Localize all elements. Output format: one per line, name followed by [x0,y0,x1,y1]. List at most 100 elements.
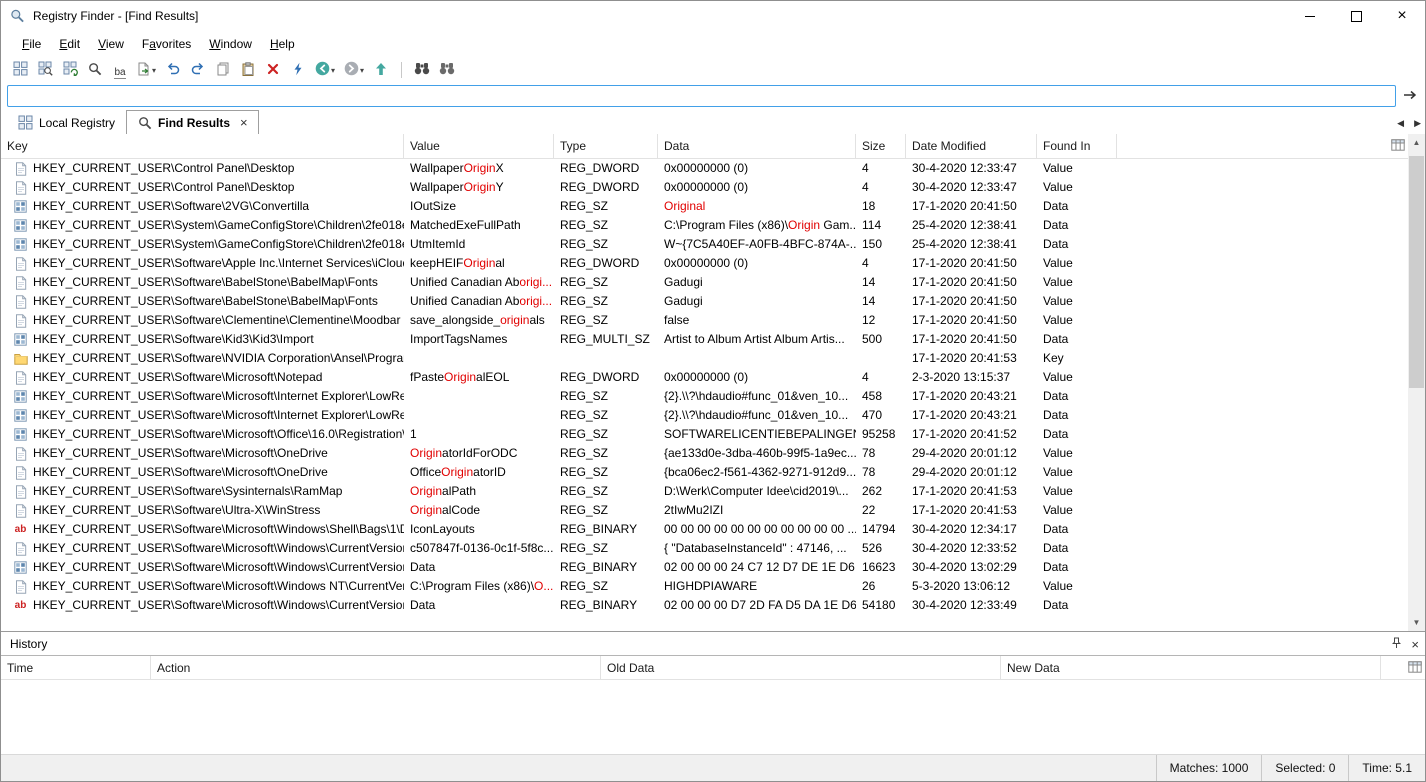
table-row[interactable]: HKEY_CURRENT_USER\Software\Ultra-X\WinSt… [1,501,1408,520]
table-row[interactable]: abHKEY_CURRENT_USER\Software\Microsoft\W… [1,520,1408,539]
go-button[interactable] [1401,87,1419,105]
column-header-found-in[interactable]: Found In [1037,134,1117,158]
key-path: HKEY_CURRENT_USER\Software\Microsoft\Int… [33,387,404,406]
table-row[interactable]: HKEY_CURRENT_USER\Software\BabelStone\Ba… [1,292,1408,311]
tab-scroll-left-icon[interactable]: ◀ [1397,118,1404,129]
table-row[interactable]: HKEY_CURRENT_USER\Software\Microsoft\Int… [1,387,1408,406]
scroll-down-icon[interactable]: ▼ [1408,614,1425,631]
table-row[interactable]: HKEY_CURRENT_USER\Software\Microsoft\Win… [1,577,1408,596]
history-column-time[interactable]: Time [1,656,151,679]
menu-view[interactable]: View [89,33,133,55]
table-row[interactable]: HKEY_CURRENT_USER\Software\Apple Inc.\In… [1,254,1408,273]
scrollbar-thumb[interactable] [1409,156,1424,388]
tab-local-registry[interactable]: Local Registry [7,110,126,135]
key-path: HKEY_CURRENT_USER\Software\Clementine\Cl… [33,311,400,330]
chevron-down-icon[interactable]: ▾ [152,66,156,75]
forward-button[interactable]: ▾ [343,59,365,81]
history-column-new-data[interactable]: New Data [1001,656,1381,679]
table-row[interactable]: HKEY_CURRENT_USER\Software\Clementine\Cl… [1,311,1408,330]
binary-grid-icon [13,390,28,403]
results-body: HKEY_CURRENT_USER\Control Panel\DesktopW… [1,159,1408,630]
date-modified-cell: 2-3-2020 13:15:37 [906,368,1037,387]
key-path: HKEY_CURRENT_USER\System\GameConfigStore… [33,216,404,235]
history-close-icon[interactable]: × [1411,638,1419,651]
table-row[interactable]: HKEY_CURRENT_USER\Software\Microsoft\Win… [1,558,1408,577]
key-path: HKEY_CURRENT_USER\Software\2VG\Convertil… [33,197,309,216]
menu-edit[interactable]: Edit [50,33,89,55]
column-header-value[interactable]: Value [404,134,554,158]
column-chooser-icon[interactable] [1408,661,1422,676]
menu-window[interactable]: Window [200,33,261,55]
table-row[interactable]: HKEY_CURRENT_USER\Software\Microsoft\Int… [1,406,1408,425]
table-row[interactable]: HKEY_CURRENT_USER\System\GameConfigStore… [1,216,1408,235]
menu-favorites[interactable]: Favorites [133,33,200,55]
vertical-scrollbar[interactable]: ▲ ▼ [1408,134,1425,631]
close-button[interactable]: × [1379,1,1425,31]
up-button[interactable] [372,59,390,81]
table-row[interactable]: HKEY_CURRENT_USER\Software\BabelStone\Ba… [1,273,1408,292]
maximize-button[interactable] [1333,1,1379,31]
found-in-cell: Data [1037,330,1117,349]
export-button[interactable]: ▾ [136,59,157,81]
back-button[interactable]: ▾ [314,59,336,81]
table-row[interactable]: HKEY_CURRENT_USER\Software\Kid3\Kid3\Imp… [1,330,1408,349]
data-cell [658,349,856,368]
found-in-cell: Data [1037,539,1117,558]
string-value-icon [13,485,28,499]
rename-button[interactable]: ba [111,59,129,81]
table-row[interactable]: HKEY_CURRENT_USER\Software\2VG\Convertil… [1,197,1408,216]
table-row[interactable]: HKEY_CURRENT_USER\Software\Microsoft\One… [1,444,1408,463]
table-row[interactable]: abHKEY_CURRENT_USER\Software\Microsoft\W… [1,596,1408,615]
column-header-key[interactable]: Key [1,134,404,158]
date-modified-cell: 5-3-2020 13:06:12 [906,577,1037,596]
tab-close-icon[interactable]: × [240,116,248,129]
table-row[interactable]: HKEY_CURRENT_USER\Control Panel\DesktopW… [1,159,1408,178]
delete-button[interactable] [264,59,282,81]
tab-find-results[interactable]: Find Results× [126,110,259,135]
size-cell: 4 [856,178,906,197]
menu-file[interactable]: File [13,33,50,55]
column-chooser-icon[interactable] [1391,139,1405,154]
date-modified-cell: 17-1-2020 20:43:21 [906,387,1037,406]
type-cell: REG_SZ [554,482,658,501]
menu-help[interactable]: Help [261,33,304,55]
table-row[interactable]: HKEY_CURRENT_USER\Control Panel\DesktopW… [1,178,1408,197]
found-in-cell: Value [1037,254,1117,273]
table-row[interactable]: HKEY_CURRENT_USER\Software\Microsoft\Off… [1,425,1408,444]
column-header-data[interactable]: Data [658,134,856,158]
find-next-button[interactable] [438,59,456,81]
data-cell: 2tIwMu2IZI [658,501,856,520]
history-column-old-data[interactable]: Old Data [601,656,1001,679]
copy-button[interactable] [214,59,232,81]
chevron-down-icon[interactable]: ▾ [360,66,364,75]
grid-search-button[interactable] [36,59,54,81]
column-header-date-modified[interactable]: Date Modified [906,134,1037,158]
minimize-button[interactable] [1287,1,1333,31]
table-row[interactable]: HKEY_CURRENT_USER\Software\Sysinternals\… [1,482,1408,501]
found-in-cell: Data [1037,235,1117,254]
find-button[interactable] [413,59,431,81]
address-input[interactable] [7,85,1396,107]
chevron-down-icon[interactable]: ▾ [331,66,335,75]
paste-button[interactable] [239,59,257,81]
refresh-button[interactable] [289,59,307,81]
undo-button[interactable] [164,59,182,81]
pin-icon[interactable] [1391,637,1402,652]
search-button[interactable] [86,59,104,81]
column-header-type[interactable]: Type [554,134,658,158]
tab-scroll-right-icon[interactable]: ▶ [1414,118,1421,129]
history-column-action[interactable]: Action [151,656,601,679]
table-row[interactable]: HKEY_CURRENT_USER\Software\Microsoft\Not… [1,368,1408,387]
table-row[interactable]: HKEY_CURRENT_USER\Software\Microsoft\Win… [1,539,1408,558]
grid-sync-button[interactable] [61,59,79,81]
redo-button[interactable] [189,59,207,81]
data-cell: 0x00000000 (0) [658,159,856,178]
key-path: HKEY_CURRENT_USER\Software\Microsoft\Off… [33,425,404,444]
table-row[interactable]: HKEY_CURRENT_USER\System\GameConfigStore… [1,235,1408,254]
scroll-up-icon[interactable]: ▲ [1408,134,1425,151]
table-row[interactable]: HKEY_CURRENT_USER\Software\Microsoft\One… [1,463,1408,482]
registry-grid-button[interactable] [11,59,29,81]
table-row[interactable]: HKEY_CURRENT_USER\Software\NVIDIA Corpor… [1,349,1408,368]
column-header-size[interactable]: Size [856,134,906,158]
go-arrow-icon [1403,89,1417,104]
